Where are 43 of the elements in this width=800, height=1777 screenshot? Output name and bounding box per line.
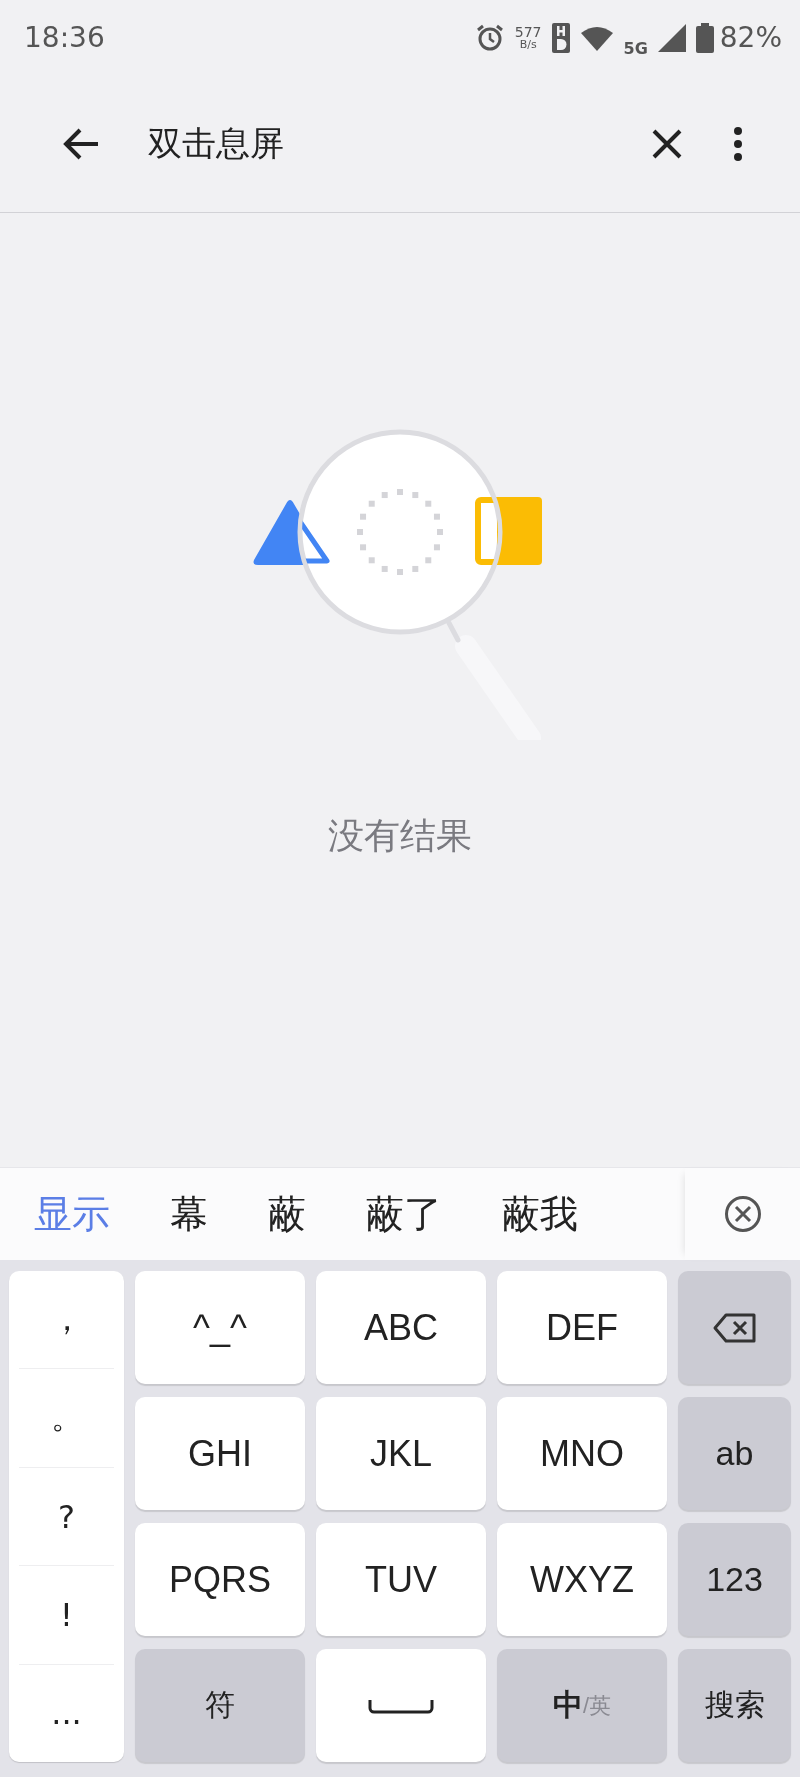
search-text[interactable]: 双击息屏 (148, 120, 284, 167)
symbol-key[interactable]: ? (19, 1467, 114, 1567)
keyboard-key[interactable]: ^_^ (135, 1271, 305, 1384)
symbol-key[interactable]: ， (19, 1271, 114, 1370)
keyboard-key[interactable]: JKL (316, 1397, 486, 1510)
keyboard-key[interactable]: 123 (678, 1523, 791, 1636)
close-icon[interactable] (652, 128, 682, 159)
keyboard-key[interactable]: 符 (135, 1649, 305, 1762)
wifi-icon (579, 24, 614, 51)
status-time: 18:36 (24, 21, 105, 54)
network-type: 5G (623, 39, 648, 58)
space-icon (367, 1697, 435, 1714)
speed-unit: B/s (519, 39, 537, 50)
keyboard-key[interactable]: WXYZ (497, 1523, 667, 1636)
backspace-icon (711, 1311, 758, 1344)
candidate-word[interactable]: 蔽了 (366, 1188, 442, 1240)
battery-icon (695, 22, 714, 53)
candidate-word[interactable]: 幕 (170, 1188, 208, 1240)
keyboard-key[interactable]: ab (678, 1397, 791, 1510)
no-results-message: 没有结果 (328, 814, 472, 858)
signal-icon (657, 23, 686, 52)
more-options-icon[interactable] (734, 126, 742, 161)
symbol-key[interactable]: 。 (19, 1369, 114, 1468)
hd-icon (551, 22, 570, 53)
symbol-key[interactable]: ... (19, 1664, 114, 1763)
back-arrow-icon[interactable] (62, 126, 100, 161)
keyboard-key[interactable]: MNO (497, 1397, 667, 1510)
language-key[interactable]: 中/英 (497, 1649, 667, 1762)
keyboard-key[interactable]: GHI (135, 1397, 305, 1510)
keyboard-key[interactable]: 搜索 (678, 1649, 791, 1762)
candidate-word[interactable]: 蔽我 (502, 1188, 578, 1240)
keyboard-key[interactable]: TUV (316, 1523, 486, 1636)
keyboard-key[interactable]: DEF (497, 1271, 667, 1384)
battery-level: 82% (719, 21, 782, 54)
network-speed: 577 (514, 25, 542, 39)
backspace-key[interactable] (678, 1271, 791, 1384)
alarm-icon (474, 22, 505, 53)
keyboard-key[interactable]: PQRS (135, 1523, 305, 1636)
symbol-key[interactable]: ! (19, 1566, 114, 1665)
keyboard-key[interactable]: ABC (316, 1271, 486, 1384)
clear-icon[interactable] (723, 1195, 762, 1233)
candidate-word[interactable]: 显示 (34, 1188, 110, 1240)
candidate-word[interactable]: 蔽 (268, 1188, 306, 1240)
